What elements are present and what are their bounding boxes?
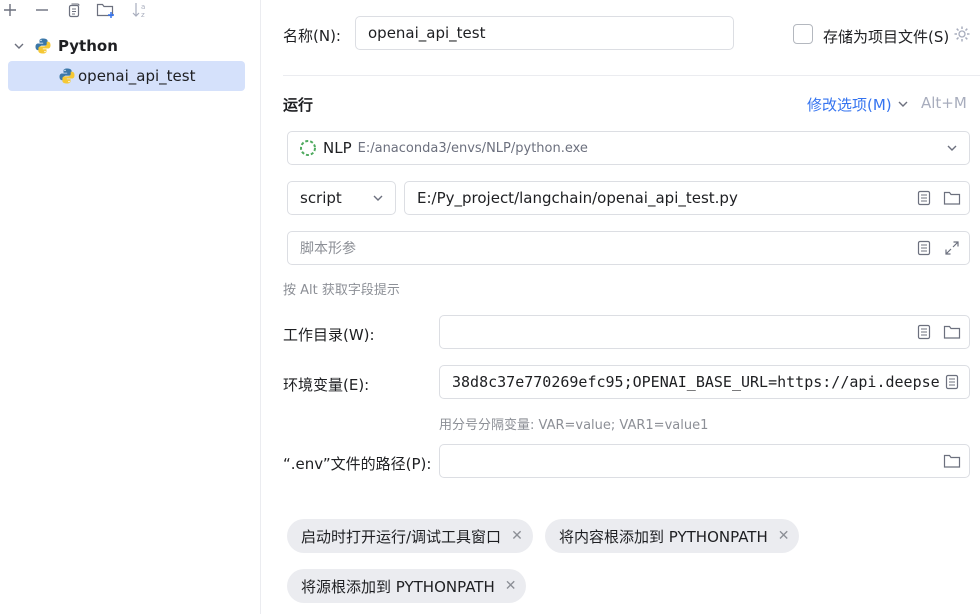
- expand-text-icon[interactable]: [913, 321, 935, 343]
- script-path-field[interactable]: E:/Py_project/langchain/openai_api_test.…: [404, 181, 970, 215]
- store-as-project-file-checkbox[interactable]: [793, 24, 813, 44]
- interpreter-select[interactable]: NLP E:/anaconda3/envs/NLP/python.exe: [287, 131, 970, 165]
- chip-label: 将内容根添加到 PYTHONPATH: [559, 527, 768, 546]
- env-vars-value: 38d8c37e770269efc95;OPENAI_BASE_URL=http…: [452, 373, 940, 391]
- modify-options-link[interactable]: 修改选项(M): [807, 94, 892, 115]
- name-field[interactable]: openai_api_test: [355, 16, 734, 50]
- chevron-down-icon[interactable]: [896, 97, 910, 111]
- option-chip-open-run-window: 启动时打开运行/调试工具窗口 ✕: [287, 519, 533, 553]
- gear-icon[interactable]: [952, 24, 972, 44]
- store-as-project-file-label: 存储为项目文件(S): [823, 28, 950, 46]
- env-vars-label: 环境变量(E):: [283, 376, 370, 394]
- interpreter-name: NLP: [323, 139, 352, 157]
- chevron-down-icon[interactable]: [12, 39, 26, 53]
- script-type-value: script: [300, 189, 342, 207]
- option-chip-add-content-roots: 将内容根添加到 PYTHONPATH ✕: [545, 519, 800, 553]
- env-vars-hint: 用分号分隔变量: VAR=value; VAR1=value1: [439, 418, 709, 433]
- svg-text:z: z: [141, 11, 145, 19]
- run-config-form: 名称(N): openai_api_test 存储为项目文件(S) 运行 修改选…: [262, 0, 980, 614]
- script-path-value: E:/Py_project/langchain/openai_api_test.…: [417, 189, 738, 207]
- run-config-tree-panel: az Python openai_api_test: [0, 0, 261, 614]
- folder-icon[interactable]: [941, 321, 963, 343]
- option-chip-add-source-roots: 将源根添加到 PYTHONPATH ✕: [287, 569, 527, 603]
- alt-hint: 按 Alt 获取字段提示: [283, 283, 400, 298]
- dotenv-label: “.env”文件的路径(P):: [283, 455, 432, 473]
- tree-root-label: Python: [58, 37, 118, 55]
- script-params-placeholder: 脚本形参: [300, 241, 356, 257]
- new-folder-icon[interactable]: [96, 0, 116, 20]
- env-vars-field[interactable]: 38d8c37e770269efc95;OPENAI_BASE_URL=http…: [439, 365, 970, 399]
- divider: [283, 75, 980, 76]
- maximize-icon[interactable]: [941, 237, 963, 259]
- workdir-field[interactable]: [439, 315, 970, 349]
- dotenv-field[interactable]: [439, 444, 970, 478]
- add-icon[interactable]: [0, 0, 20, 20]
- run-section-title: 运行: [283, 96, 314, 114]
- name-field-value: openai_api_test: [368, 24, 486, 42]
- sort-icon[interactable]: az: [130, 0, 150, 20]
- script-type-select[interactable]: script: [287, 181, 396, 215]
- modify-options-shortcut: Alt+M: [921, 94, 967, 112]
- script-params-field[interactable]: 脚本形参: [287, 231, 970, 265]
- python-icon: [35, 38, 51, 54]
- chevron-down-icon[interactable]: [371, 191, 385, 205]
- close-icon[interactable]: ✕: [778, 528, 790, 544]
- svg-text:a: a: [141, 3, 145, 11]
- tree-item-openai-api-test[interactable]: openai_api_test: [8, 61, 245, 91]
- name-label: 名称(N):: [283, 27, 341, 45]
- copy-icon[interactable]: [64, 0, 84, 20]
- close-icon[interactable]: ✕: [505, 578, 517, 594]
- workdir-label: 工作目录(W):: [283, 326, 375, 344]
- chevron-down-icon[interactable]: [945, 141, 959, 155]
- folder-icon[interactable]: [941, 450, 963, 472]
- expand-text-icon[interactable]: [913, 187, 935, 209]
- tree-item-python[interactable]: Python: [8, 31, 245, 61]
- tree-child-label: openai_api_test: [78, 67, 196, 85]
- chip-label: 启动时打开运行/调试工具窗口: [301, 527, 502, 546]
- close-icon[interactable]: ✕: [511, 528, 523, 544]
- expand-text-icon[interactable]: [941, 371, 963, 393]
- tree-toolbar: az: [0, 0, 260, 22]
- expand-text-icon[interactable]: [913, 237, 935, 259]
- chip-label: 将源根添加到 PYTHONPATH: [301, 577, 495, 596]
- interpreter-path: E:/anaconda3/envs/NLP/python.exe: [357, 140, 588, 156]
- python-file-icon: [59, 68, 75, 84]
- remove-icon[interactable]: [32, 0, 52, 20]
- loading-spinner-icon: [300, 140, 316, 156]
- folder-icon[interactable]: [941, 187, 963, 209]
